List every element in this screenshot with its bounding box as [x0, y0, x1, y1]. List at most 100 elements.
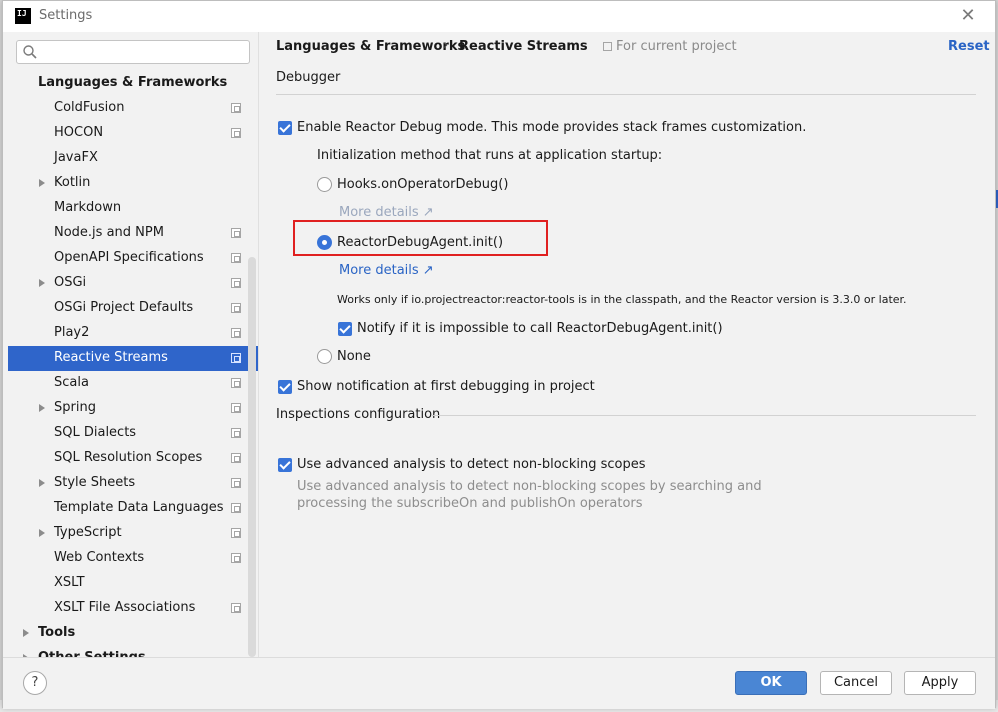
sidebar-item-xslt[interactable]: XSLT	[8, 571, 258, 596]
advanced-analysis-label: Use advanced analysis to detect non-bloc…	[297, 457, 646, 472]
notify-checkbox[interactable]	[338, 322, 352, 336]
section-divider	[276, 94, 976, 95]
more-details-link[interactable]: More details ↗	[339, 263, 434, 278]
sidebar-item-label: XSLT File Associations	[54, 600, 196, 615]
project-scope-icon	[231, 603, 241, 613]
sidebar-section-label: Tools	[38, 625, 76, 640]
sidebar-item-sql-dialects[interactable]: SQL Dialects	[8, 421, 258, 446]
agent-label: ReactorDebugAgent.init()	[337, 235, 504, 250]
search-box[interactable]	[16, 40, 250, 64]
breadcrumb-parent: Languages & Frameworks	[276, 39, 466, 54]
project-scope-icon	[231, 278, 241, 288]
sidebar-item-label: Spring	[54, 400, 96, 415]
project-scope-icon	[231, 478, 241, 488]
project-scope-icon	[231, 303, 241, 313]
sidebar-item-label: XSLT	[54, 575, 85, 590]
sidebar-item-label: OSGi	[54, 275, 87, 290]
sidebar-item-spring[interactable]: Spring	[8, 396, 258, 421]
project-scope-icon	[231, 403, 241, 413]
sidebar-scrollbar[interactable]	[248, 257, 256, 657]
sidebar-item-template-languages[interactable]: Template Data Languages	[8, 496, 258, 521]
settings-content: Languages & Frameworks › Reactive Stream…	[259, 32, 995, 657]
reset-link[interactable]: Reset	[948, 39, 990, 54]
sidebar-item-style-sheets[interactable]: Style Sheets	[8, 471, 258, 496]
inspections-section-title: Inspections configuration	[276, 407, 441, 422]
advanced-analysis-description: processing the subscribeOn and publishOn…	[297, 496, 643, 511]
project-scope-icon	[231, 428, 241, 438]
more-details-link[interactable]: More details ↗	[339, 205, 434, 220]
sidebar-item-typescript[interactable]: TypeScript	[8, 521, 258, 546]
search-icon	[23, 45, 37, 59]
project-scope-icon	[603, 42, 612, 51]
sidebar-section-label: Languages & Frameworks	[38, 75, 228, 90]
sidebar-section-other[interactable]: Other Settings	[8, 646, 258, 657]
none-label: None	[337, 349, 371, 364]
advanced-analysis-checkbox[interactable]	[278, 458, 292, 472]
sidebar-item-markdown[interactable]: Markdown	[8, 196, 258, 221]
help-button[interactable]: ?	[23, 671, 47, 695]
sidebar-item-coldfusion[interactable]: ColdFusion	[8, 96, 258, 121]
settings-sidebar: Languages & Frameworks ColdFusion HOCON …	[3, 32, 258, 657]
sidebar-item-osgi[interactable]: OSGi	[8, 271, 258, 296]
sidebar-item-kotlin[interactable]: Kotlin	[8, 171, 258, 196]
sidebar-item-label: SQL Resolution Scopes	[54, 450, 203, 465]
sidebar-item-label: Node.js and NPM	[54, 225, 164, 240]
sidebar-item-web-contexts[interactable]: Web Contexts	[8, 546, 258, 571]
project-scope-icon	[231, 253, 241, 263]
agent-radio[interactable]	[317, 235, 332, 250]
expand-arrow-icon[interactable]	[39, 479, 45, 487]
sidebar-item-label: TypeScript	[54, 525, 122, 540]
close-icon[interactable]: ✕	[958, 6, 978, 26]
project-scope-icon	[231, 103, 241, 113]
sidebar-item-label: Kotlin	[54, 175, 91, 190]
project-scope-icon	[231, 528, 241, 538]
hooks-radio[interactable]	[317, 177, 332, 192]
project-scope-icon	[231, 353, 241, 363]
cancel-button[interactable]: Cancel	[820, 671, 892, 695]
sidebar-item-reactive-streams[interactable]: Reactive Streams	[8, 346, 258, 371]
expand-arrow-icon[interactable]	[39, 404, 45, 412]
ok-button[interactable]: OK	[735, 671, 807, 695]
sidebar-section-languages[interactable]: Languages & Frameworks	[8, 71, 258, 96]
sidebar-item-scala[interactable]: Scala	[8, 371, 258, 396]
sidebar-item-osgi-defaults[interactable]: OSGi Project Defaults	[8, 296, 258, 321]
enable-debug-label: Enable Reactor Debug mode. This mode pro…	[297, 120, 807, 135]
sidebar-item-label: Web Contexts	[54, 550, 145, 565]
project-scope-icon	[231, 553, 241, 563]
sidebar-item-nodejs[interactable]: Node.js and NPM	[8, 221, 258, 246]
advanced-analysis-description: Use advanced analysis to detect non-bloc…	[297, 479, 762, 494]
sidebar-item-label: Reactive Streams	[54, 350, 168, 365]
sidebar-item-label: Markdown	[54, 200, 122, 215]
sidebar-item-label: JavaFX	[54, 150, 98, 165]
sidebar-item-label: ColdFusion	[54, 100, 125, 115]
sidebar-item-sql-scopes[interactable]: SQL Resolution Scopes	[8, 446, 258, 471]
sidebar-section-tools[interactable]: Tools	[8, 621, 258, 646]
sidebar-item-javafx[interactable]: JavaFX	[8, 146, 258, 171]
notify-label: Notify if it is impossible to call React…	[357, 321, 723, 336]
sidebar-item-label: Play2	[54, 325, 90, 340]
sidebar-item-label: HOCON	[54, 125, 104, 140]
expand-arrow-icon[interactable]	[39, 529, 45, 537]
expand-arrow-icon[interactable]	[23, 629, 29, 637]
sidebar-item-play2[interactable]: Play2	[8, 321, 258, 346]
none-radio[interactable]	[317, 349, 332, 364]
sidebar-item-label: Template Data Languages	[54, 500, 224, 515]
show-notification-checkbox[interactable]	[278, 380, 292, 394]
works-only-note: Works only if io.projectreactor:reactor-…	[337, 293, 907, 306]
sidebar-section-label: Other Settings	[38, 646, 146, 657]
sidebar-item-xslt-associations[interactable]: XSLT File Associations	[8, 596, 258, 621]
expand-arrow-icon[interactable]	[39, 279, 45, 287]
sidebar-item-label: SQL Dialects	[54, 425, 137, 440]
init-method-label: Initialization method that runs at appli…	[317, 148, 663, 163]
enable-debug-checkbox[interactable]	[278, 121, 292, 135]
page-title: Reactive Streams	[459, 39, 588, 54]
sidebar-item-label: OpenAPI Specifications	[54, 250, 204, 265]
sidebar-item-openapi[interactable]: OpenAPI Specifications	[8, 246, 258, 271]
sidebar-item-hocon[interactable]: HOCON	[8, 121, 258, 146]
search-input[interactable]	[41, 43, 246, 61]
debugger-section-title: Debugger	[276, 70, 341, 85]
expand-arrow-icon[interactable]	[39, 179, 45, 187]
project-scope-icon	[231, 453, 241, 463]
apply-button[interactable]: Apply	[904, 671, 976, 695]
hooks-label: Hooks.onOperatorDebug()	[337, 177, 509, 192]
